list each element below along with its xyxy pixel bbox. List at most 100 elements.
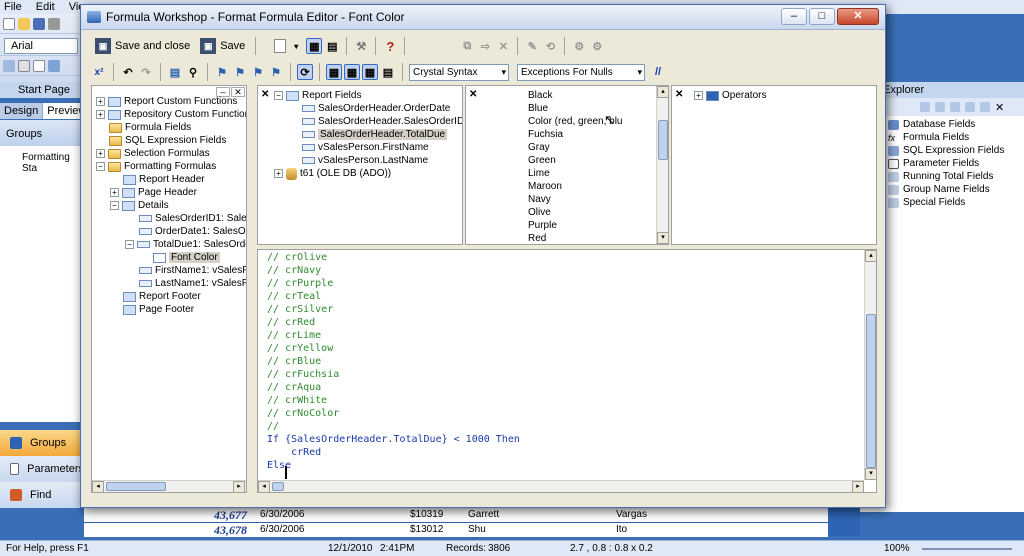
sum-icon[interactable] (33, 59, 45, 72)
expand-icon[interactable]: + (96, 97, 105, 106)
groups-item[interactable]: Formatting Sta (0, 146, 83, 174)
function-item[interactable]: Red (528, 232, 546, 244)
tree-item[interactable]: − Formatting Formulas (96, 160, 216, 173)
function-item[interactable]: Olive (528, 206, 551, 219)
pane-close-icon[interactable]: ✕ (469, 89, 477, 100)
function-item[interactable]: Fuchsia (528, 128, 563, 141)
editor-horizontal-scrollbar[interactable]: ◂ ▸ (258, 480, 864, 492)
formula-icon[interactable]: ▤ (380, 64, 396, 80)
function-item[interactable]: Black (528, 89, 552, 102)
scroll-up-button[interactable]: ▴ (657, 86, 668, 98)
scroll-down-button[interactable]: ▾ (865, 468, 876, 480)
expand-icon[interactable]: + (694, 91, 703, 100)
tree-horizontal-scrollbar[interactable]: ◂ ▸ (92, 480, 246, 492)
delete-icon[interactable]: ✕ (495, 38, 511, 54)
toggle-fields-tree-icon[interactable]: ▦ (326, 64, 342, 80)
bookmark-toggle-icon[interactable]: ⚑ (214, 64, 230, 80)
editor-hscroll-thumb[interactable] (272, 482, 284, 491)
print-icon[interactable] (48, 17, 60, 30)
syntax-select[interactable]: Crystal Syntax (409, 63, 509, 81)
expand-icon[interactable]: + (274, 169, 283, 178)
tree-item[interactable]: FirstName1: vSalesPer (139, 264, 246, 277)
browse-icon[interactable] (935, 102, 945, 112)
expand-icon[interactable]: + (96, 110, 105, 119)
tree-item[interactable]: LastName1: vSalesPer (139, 277, 246, 290)
tree-item[interactable]: + Page Header (110, 186, 197, 199)
scroll-left-button[interactable]: ◂ (92, 481, 104, 492)
collapse-icon[interactable]: − (125, 240, 134, 249)
tree-item[interactable]: vSalesPerson.FirstName (302, 141, 429, 154)
toggle-functions-tree-icon[interactable]: ▦ (344, 64, 360, 80)
repository-icon[interactable]: ⟲ (542, 38, 558, 54)
tree-item[interactable]: Formula Fields (109, 121, 191, 134)
options-gear-icon[interactable]: ⚙ (571, 38, 587, 54)
new-field-icon[interactable] (950, 102, 960, 112)
functions-scrollbar[interactable]: ▴ ▾ (656, 86, 668, 244)
tree-item[interactable]: + Selection Formulas (96, 147, 210, 160)
tree-item[interactable]: + Operators (694, 89, 766, 102)
function-item[interactable]: Navy (528, 193, 551, 206)
nav-groups[interactable]: Groups (0, 430, 84, 456)
delete-icon[interactable]: ✕ (995, 101, 1004, 114)
collapse-icon[interactable]: − (274, 91, 283, 100)
tree-item[interactable]: + Report Custom Functions (96, 95, 237, 108)
tree-item[interactable]: OrderDate1: SalesOrde (139, 225, 246, 238)
scroll-down-button[interactable]: ▾ (657, 232, 668, 244)
help-icon[interactable]: ? (382, 38, 398, 54)
close-button[interactable]: ✕ (837, 8, 879, 25)
tab-start-page[interactable]: Start Page (0, 82, 84, 98)
editor-vertical-scrollbar[interactable]: ▴ ▾ (864, 250, 876, 480)
toggle-tree-icon[interactable]: ▦ (306, 38, 323, 54)
tree-item[interactable]: SalesOrderHeader.SalesOrderID (302, 115, 462, 128)
check-syntax-icon[interactable]: x² (91, 64, 107, 80)
save-and-close-button[interactable]: ▣ Save and close (91, 36, 194, 56)
tree-item[interactable]: − Report Fields (274, 89, 361, 102)
menu-file[interactable]: File (4, 0, 22, 14)
tree-hscroll-thumb[interactable] (106, 482, 166, 491)
function-item[interactable]: Lime (528, 167, 550, 180)
new-dropdown-icon[interactable]: ▾ (288, 38, 304, 54)
editor-vscroll-thumb[interactable] (866, 314, 876, 468)
rename-icon[interactable] (980, 102, 990, 112)
insert-to-report-icon[interactable] (920, 102, 930, 112)
nav-find[interactable]: Find (0, 482, 84, 508)
bookmark-prev-icon[interactable]: ⚑ (250, 64, 266, 80)
insert-field-icon[interactable] (3, 59, 15, 72)
tab-design[interactable]: Design (0, 103, 44, 119)
tree-item[interactable]: SalesOrderHeader.TotalDue (302, 128, 448, 141)
nulls-select[interactable]: Exceptions For Nulls (517, 63, 645, 81)
bookmark-clear-icon[interactable]: ⚑ (268, 64, 284, 80)
function-item[interactable]: Blue (528, 102, 548, 115)
expand-icon[interactable]: + (110, 188, 119, 197)
collapse-icon[interactable]: − (110, 201, 119, 210)
dialog-titlebar[interactable]: Formula Workshop - Format Formula Editor… (81, 5, 885, 30)
expert-wand-icon[interactable]: ⚒ (353, 38, 369, 54)
settings-gear-icon[interactable]: ⚙ (589, 38, 605, 54)
redo-icon[interactable]: ↷ (138, 64, 154, 80)
functions-scroll-thumb[interactable] (658, 120, 668, 160)
tree-item[interactable]: + Repository Custom Functions (96, 108, 246, 121)
function-item[interactable]: Green (528, 154, 556, 167)
toggle-operators-tree-icon[interactable]: ▦ (362, 64, 378, 80)
minimize-button[interactable]: – (781, 8, 807, 25)
scroll-up-button[interactable]: ▴ (865, 250, 876, 262)
rename-icon[interactable]: ✎ (524, 38, 540, 54)
tree-item[interactable]: − Details (110, 199, 169, 212)
expand-icon[interactable]: + (96, 149, 105, 158)
pane-close-icon[interactable]: ✕ (675, 89, 683, 100)
tree-item[interactable]: − TotalDue1: SalesOrder (125, 238, 246, 251)
bookmark-next-icon[interactable]: ⚑ (232, 64, 248, 80)
insert-text-icon[interactable] (18, 59, 30, 72)
tree-item[interactable]: vSalesPerson.LastName (302, 154, 428, 167)
function-item[interactable]: Gray (528, 141, 550, 154)
scroll-right-button[interactable]: ▸ (233, 481, 245, 492)
chart-icon[interactable] (48, 59, 60, 72)
undo-icon[interactable]: ↶ (120, 64, 136, 80)
tree-item[interactable]: + t61 (OLE DB (ADO)) (274, 167, 391, 180)
nav-parameters[interactable]: Parameters (0, 456, 84, 482)
sort-trees-icon[interactable]: ⟳ (297, 64, 313, 80)
new-icon[interactable] (3, 17, 15, 30)
tree-item[interactable]: SalesOrderID1: SalesC (139, 212, 246, 225)
comment-button[interactable]: // (655, 66, 661, 78)
save-icon[interactable] (33, 17, 45, 30)
